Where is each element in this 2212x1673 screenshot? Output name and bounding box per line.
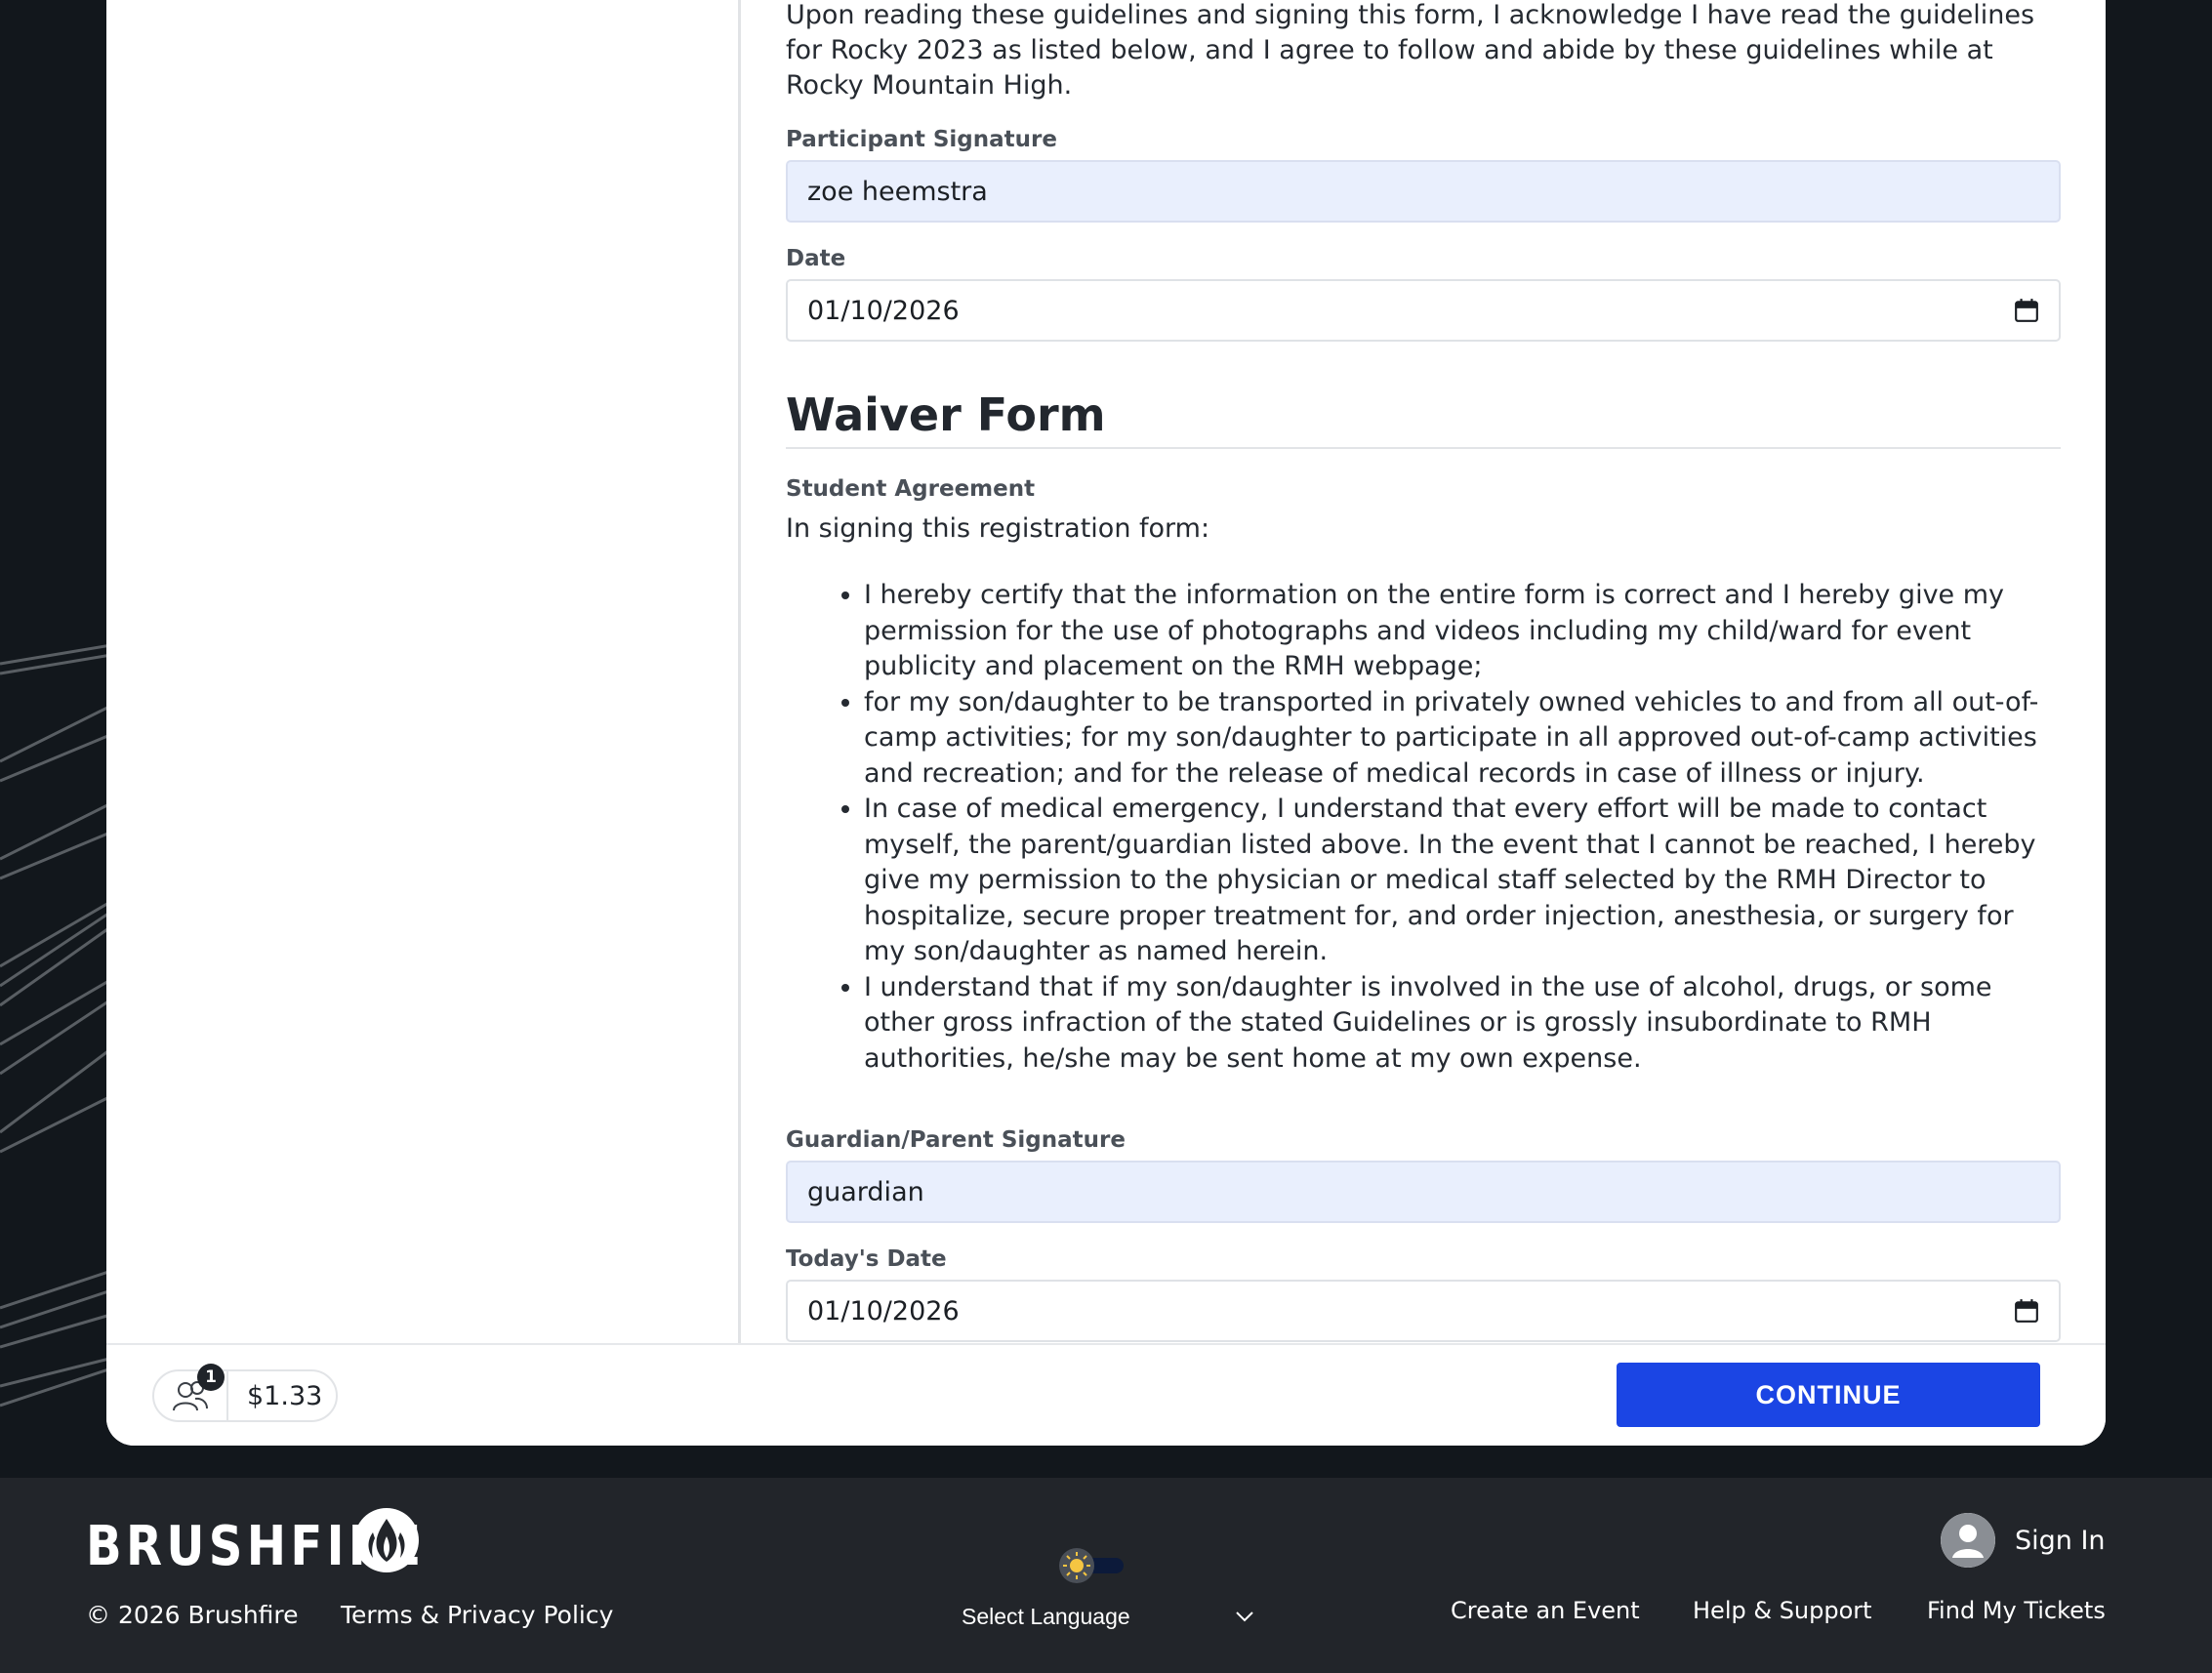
checkout-bar: 1 $1.33 CONTINUE bbox=[106, 1343, 2106, 1446]
copyright-text: © 2026 Brushfire bbox=[86, 1601, 299, 1629]
todays-date-value: 01/10/2026 bbox=[807, 1295, 960, 1326]
cart-count-badge: 1 bbox=[197, 1364, 225, 1391]
language-select-label: Select Language bbox=[962, 1603, 1130, 1629]
date-value: 01/10/2026 bbox=[807, 295, 960, 326]
language-select[interactable]: Select Language bbox=[962, 1599, 1254, 1634]
create-event-link[interactable]: Create an Event bbox=[1451, 1597, 1640, 1624]
date-input[interactable]: 01/10/2026 bbox=[786, 279, 2061, 342]
continue-button[interactable]: CONTINUE bbox=[1617, 1363, 2040, 1427]
guidelines-acknowledgement-text: Upon reading these guidelines and signin… bbox=[786, 0, 2035, 101]
student-agreement-label: Student Agreement bbox=[786, 476, 1036, 502]
left-panel bbox=[106, 0, 741, 1343]
form-panel: Upon reading these guidelines and signin… bbox=[786, 0, 2061, 1342]
user-avatar-icon bbox=[1941, 1513, 1995, 1568]
theme-toggle[interactable] bbox=[1057, 1546, 1127, 1585]
todays-date-label: Today's Date bbox=[786, 1246, 947, 1272]
sign-in-link[interactable]: Sign In bbox=[1941, 1513, 2106, 1568]
chevron-down-icon bbox=[1236, 1612, 1253, 1622]
agreement-list: I hereby certify that the information on… bbox=[864, 578, 2061, 1077]
cart-total: $1.33 bbox=[247, 1380, 323, 1411]
participant-signature-value: zoe heemstra bbox=[807, 176, 988, 207]
guardian-signature-label: Guardian/Parent Signature bbox=[786, 1127, 1126, 1153]
flame-logo-icon[interactable] bbox=[353, 1507, 420, 1573]
find-tickets-link[interactable]: Find My Tickets bbox=[1927, 1597, 2106, 1624]
agreement-item: I understand that if my son/daughter is … bbox=[864, 970, 2061, 1078]
agreement-item: I hereby certify that the information on… bbox=[864, 578, 2061, 685]
background-strokes bbox=[0, 586, 117, 1464]
agreement-item: for my son/daughter to be transported in… bbox=[864, 685, 2061, 793]
calendar-icon[interactable] bbox=[2014, 298, 2039, 323]
background-strokes-graphic bbox=[0, 642, 117, 1408]
registration-intro-text: In signing this registration form: bbox=[786, 513, 1210, 544]
calendar-icon[interactable] bbox=[2014, 1298, 2039, 1324]
participant-signature-input[interactable]: zoe heemstra bbox=[786, 160, 2061, 223]
sign-in-label: Sign In bbox=[2015, 1525, 2106, 1556]
date-label: Date bbox=[786, 246, 846, 271]
guardian-signature-value: guardian bbox=[807, 1176, 924, 1207]
site-footer: BRUSHFIRE © 2026 Brushfire Terms & Priva… bbox=[0, 1478, 2212, 1673]
agreement-item: In case of medical emergency, I understa… bbox=[864, 792, 2061, 970]
terms-privacy-link[interactable]: Terms & Privacy Policy bbox=[341, 1601, 613, 1629]
guardian-signature-input[interactable]: guardian bbox=[786, 1161, 2061, 1223]
todays-date-input[interactable]: 01/10/2026 bbox=[786, 1280, 2061, 1342]
waiver-form-title: Waiver Form bbox=[786, 388, 2061, 449]
participant-signature-label: Participant Signature bbox=[786, 127, 1057, 152]
cart-icon-wrapper: 1 bbox=[154, 1364, 228, 1420]
cart-summary[interactable]: 1 $1.33 bbox=[152, 1364, 338, 1422]
help-support-link[interactable]: Help & Support bbox=[1693, 1597, 1872, 1624]
registration-card: Upon reading these guidelines and signin… bbox=[106, 0, 2106, 1446]
